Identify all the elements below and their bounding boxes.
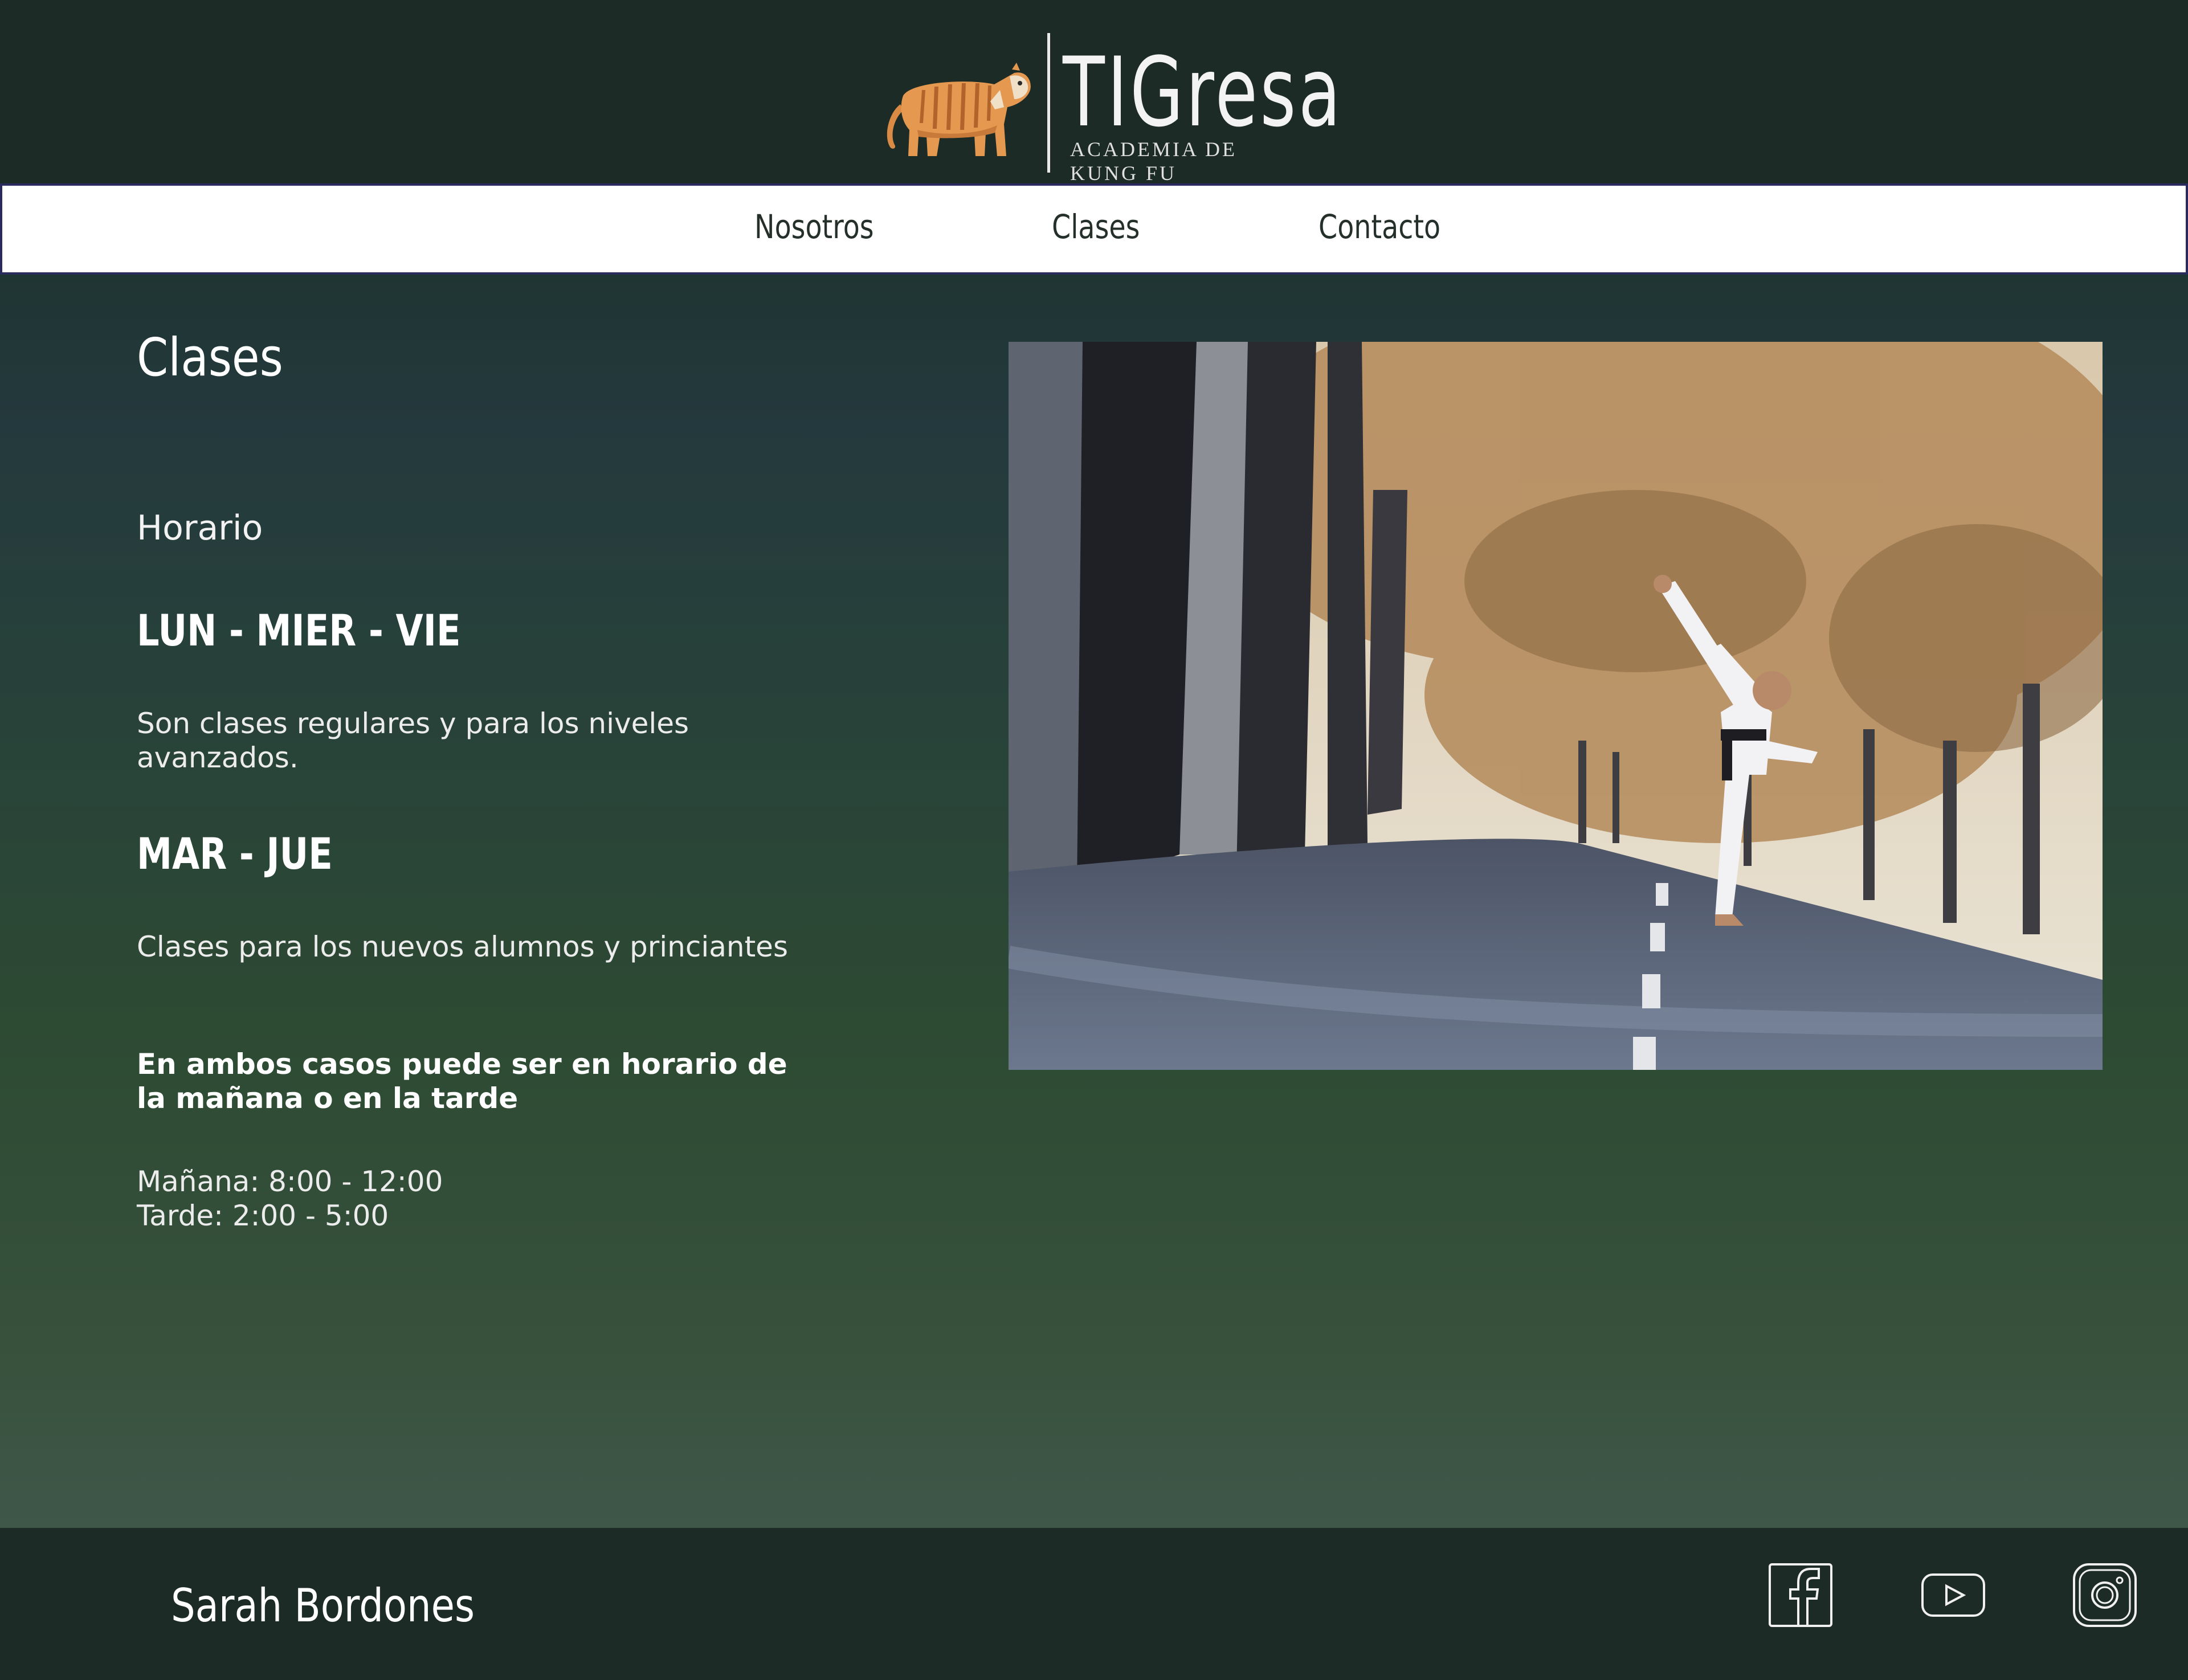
days-heading-lmv: LUN - MIER - VIE — [137, 605, 461, 656]
group-description-lmv: Son clases regulares y para los niveles … — [137, 707, 689, 774]
schedule-heading: Horario — [137, 508, 263, 548]
page-title: Clases — [137, 327, 283, 388]
logo[interactable]: TIGresa ACADEMIA DE KUNG FU — [877, 33, 1341, 185]
schedule-note: En ambos casos puede ser en horario de l… — [137, 1048, 787, 1115]
site-header: TIGresa ACADEMIA DE KUNG FU — [0, 0, 2188, 185]
kick-photo-illustration — [1009, 342, 2103, 1070]
days-heading-mj: MAR - JUE — [137, 828, 333, 879]
logo-divider — [1047, 33, 1050, 173]
main-content: Clases Horario LUN - MIER - VIE Son clas… — [0, 275, 2188, 1528]
brand-tagline: ACADEMIA DE KUNG FU — [1070, 138, 1237, 185]
main-nav: Nosotros Clases Contacto — [0, 183, 2188, 275]
nav-item-clases[interactable]: Clases — [1052, 207, 1140, 246]
site-footer: Sarah Bordones — [0, 1528, 2188, 1680]
footer-author: Sarah Bordones — [171, 1579, 475, 1632]
hours-afternoon: Tarde: 2:00 - 5:00 — [137, 1199, 389, 1232]
nav-item-nosotros[interactable]: Nosotros — [754, 207, 874, 246]
instagram-icon[interactable] — [2071, 1561, 2139, 1629]
hours-morning: Mañana: 8:00 - 12:00 — [137, 1165, 443, 1198]
tiger-icon — [887, 63, 1031, 156]
facebook-icon[interactable] — [1766, 1561, 1835, 1629]
nav-item-contacto[interactable]: Contacto — [1318, 207, 1440, 246]
kung-fu-photo — [1009, 342, 2103, 1070]
group-description-mj: Clases para los nuevos alumnos y princia… — [137, 930, 788, 963]
brand-name: TIGresa — [1063, 36, 1344, 148]
youtube-icon[interactable] — [1919, 1561, 1987, 1629]
